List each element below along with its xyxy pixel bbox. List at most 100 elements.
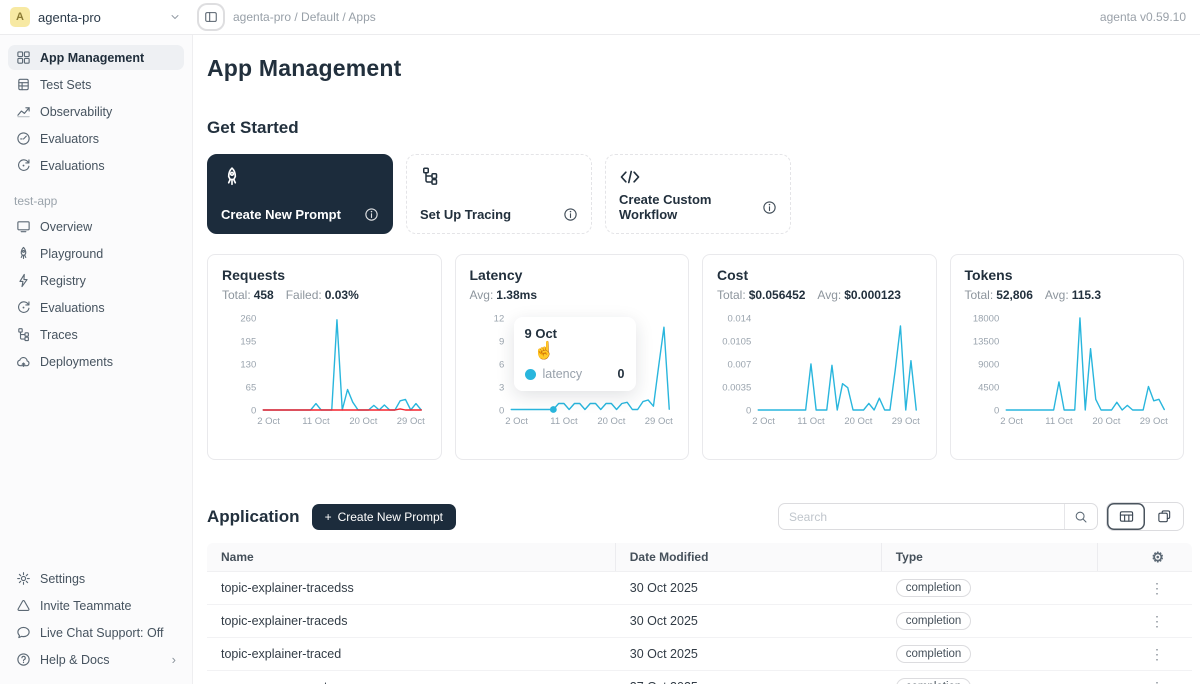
gear-icon xyxy=(16,571,31,586)
svg-text:9: 9 xyxy=(498,337,503,348)
card-view-button[interactable] xyxy=(1145,503,1183,530)
search-icon[interactable] xyxy=(1064,504,1097,529)
chart-title: Cost xyxy=(717,267,922,283)
chart-stats: Avg:1.38ms xyxy=(470,288,675,302)
type-badge: completion xyxy=(896,612,972,630)
code-icon xyxy=(619,166,641,188)
sidebar-item-label: Traces xyxy=(40,328,78,342)
chevron-down-icon xyxy=(169,11,181,23)
latency-chart-card: Latency Avg:1.38ms 1296302 Oct11 Oct20 O… xyxy=(455,254,690,460)
sidebar-item-label: Live Chat Support: Off xyxy=(40,626,163,640)
sidebar-item-app-management[interactable]: App Management xyxy=(8,45,184,70)
app-name[interactable]: topic-explainer-tracedss xyxy=(207,572,616,604)
sidebar-item-label: Evaluations xyxy=(40,301,105,315)
svg-text:29 Oct: 29 Oct xyxy=(1139,416,1167,427)
page-title: App Management xyxy=(207,55,1192,82)
chart-title: Latency xyxy=(470,267,675,283)
info-icon[interactable] xyxy=(364,207,379,222)
cost-line-chart[interactable]: 0.0140.01050.0070.003502 Oct11 Oct20 Oct… xyxy=(717,310,922,442)
row-menu-icon[interactable]: ⋮ xyxy=(1150,613,1164,630)
tokens-chart-card: Tokens Total:52,806 Avg:115.3 1800013500… xyxy=(950,254,1185,460)
create-new-prompt-card[interactable]: Create New Prompt xyxy=(207,154,393,234)
requests-line-chart[interactable]: 2601951306502 Oct11 Oct20 Oct29 Oct xyxy=(222,310,427,442)
row-menu-icon[interactable]: ⋮ xyxy=(1150,646,1164,663)
sidebar-item-playground[interactable]: Playground xyxy=(8,241,184,266)
sidebar-item-label: Evaluators xyxy=(40,132,99,146)
table-view-button[interactable] xyxy=(1107,503,1145,530)
svg-text:9000: 9000 xyxy=(978,360,999,371)
info-icon[interactable] xyxy=(762,200,777,215)
column-header-type[interactable]: Type xyxy=(882,543,1099,571)
set-up-tracing-card[interactable]: Set Up Tracing xyxy=(406,154,592,234)
plus-icon: + xyxy=(325,510,332,524)
app-date-modified: 30 Oct 2025 xyxy=(616,638,882,670)
sidebar-item-label: App Management xyxy=(40,51,144,65)
card-label: Create New Prompt xyxy=(221,207,341,222)
sidebar-item-label: Test Sets xyxy=(40,78,91,92)
svg-text:2 Oct: 2 Oct xyxy=(505,416,528,427)
svg-text:0: 0 xyxy=(498,406,503,417)
sidebar-item-registry[interactable]: Registry xyxy=(8,268,184,293)
app-name[interactable]: career-assessment xyxy=(207,671,616,684)
column-header-actions: ⚙ xyxy=(1098,543,1192,571)
type-badge: completion xyxy=(896,645,972,663)
create-custom-workflow-card[interactable]: Create Custom Workflow xyxy=(605,154,791,234)
search-input[interactable] xyxy=(779,510,1064,524)
row-menu-icon[interactable]: ⋮ xyxy=(1150,679,1164,684)
app-name[interactable]: topic-explainer-traced xyxy=(207,638,616,670)
svg-text:0: 0 xyxy=(746,406,751,417)
svg-text:20 Oct: 20 Oct xyxy=(844,416,872,427)
svg-text:12: 12 xyxy=(493,314,504,325)
svg-text:18000: 18000 xyxy=(972,314,998,325)
table-row[interactable]: topic-explainer-tracedss 30 Oct 2025 com… xyxy=(207,572,1192,605)
requests-chart-card: Requests Total:458 Failed:0.03% 26019513… xyxy=(207,254,442,460)
chart-title: Requests xyxy=(222,267,427,283)
type-badge: completion xyxy=(896,678,972,684)
svg-text:20 Oct: 20 Oct xyxy=(597,416,625,427)
sidebar-item-evaluations-app[interactable]: Evaluations xyxy=(8,295,184,320)
get-started-cards: Create New Prompt Set Up Tracing Create … xyxy=(207,154,1192,234)
sidebar-item-invite-teammate[interactable]: Invite Teammate xyxy=(8,593,184,618)
sidebar-item-live-chat[interactable]: Live Chat Support: Off xyxy=(8,620,184,645)
main-content: App Management Get Started Create New Pr… xyxy=(193,35,1200,684)
create-new-prompt-button[interactable]: + Create New Prompt xyxy=(312,504,456,530)
sidebar-toggle-icon[interactable] xyxy=(201,7,221,27)
sidebar-item-label: Registry xyxy=(40,274,86,288)
tokens-line-chart[interactable]: 18000135009000450002 Oct11 Oct20 Oct29 O… xyxy=(965,310,1170,442)
type-badge: completion xyxy=(896,579,972,597)
row-menu-icon[interactable]: ⋮ xyxy=(1150,580,1164,597)
card-label: Create Custom Workflow xyxy=(619,192,762,222)
column-header-name[interactable]: Name xyxy=(207,543,616,571)
workspace-switcher[interactable]: A agenta-pro xyxy=(0,7,193,27)
sidebar-item-label: Deployments xyxy=(40,355,113,369)
column-header-date-modified[interactable]: Date Modified xyxy=(616,543,882,571)
help-icon xyxy=(16,652,31,667)
column-settings-gear-icon[interactable]: ⚙ xyxy=(1151,549,1164,566)
table-row[interactable]: topic-explainer-traceds 30 Oct 2025 comp… xyxy=(207,605,1192,638)
table-row[interactable]: career-assessment 27 Oct 2025 completion… xyxy=(207,671,1192,684)
sidebar-item-test-sets[interactable]: Test Sets xyxy=(8,72,184,97)
sidebar-item-evaluators[interactable]: Evaluators xyxy=(8,126,184,151)
card-label: Set Up Tracing xyxy=(420,207,511,222)
svg-text:20 Oct: 20 Oct xyxy=(349,416,377,427)
svg-text:260: 260 xyxy=(240,314,256,325)
breadcrumb[interactable]: agenta-pro / Default / Apps xyxy=(233,10,376,24)
sidebar-item-help-docs[interactable]: Help & Docs › xyxy=(8,647,184,672)
svg-text:29 Oct: 29 Oct xyxy=(397,416,425,427)
sidebar-item-deployments[interactable]: Deployments xyxy=(8,349,184,374)
workspace-name: agenta-pro xyxy=(38,10,101,25)
info-icon[interactable] xyxy=(563,207,578,222)
sidebar-item-label: Observability xyxy=(40,105,112,119)
sidebar-item-observability[interactable]: Observability xyxy=(8,99,184,124)
sidebar-item-settings[interactable]: Settings xyxy=(8,566,184,591)
app-name[interactable]: topic-explainer-traceds xyxy=(207,605,616,637)
chart-stats: Total:52,806 Avg:115.3 xyxy=(965,288,1170,302)
sidebar-item-overview[interactable]: Overview xyxy=(8,214,184,239)
sidebar-item-traces[interactable]: Traces xyxy=(8,322,184,347)
svg-text:29 Oct: 29 Oct xyxy=(892,416,920,427)
chat-icon xyxy=(16,625,31,640)
sidebar-item-evaluations[interactable]: Evaluations xyxy=(8,153,184,178)
table-row[interactable]: topic-explainer-traced 30 Oct 2025 compl… xyxy=(207,638,1192,671)
testsets-icon xyxy=(16,77,31,92)
table-header: Name Date Modified Type ⚙ xyxy=(207,543,1192,572)
